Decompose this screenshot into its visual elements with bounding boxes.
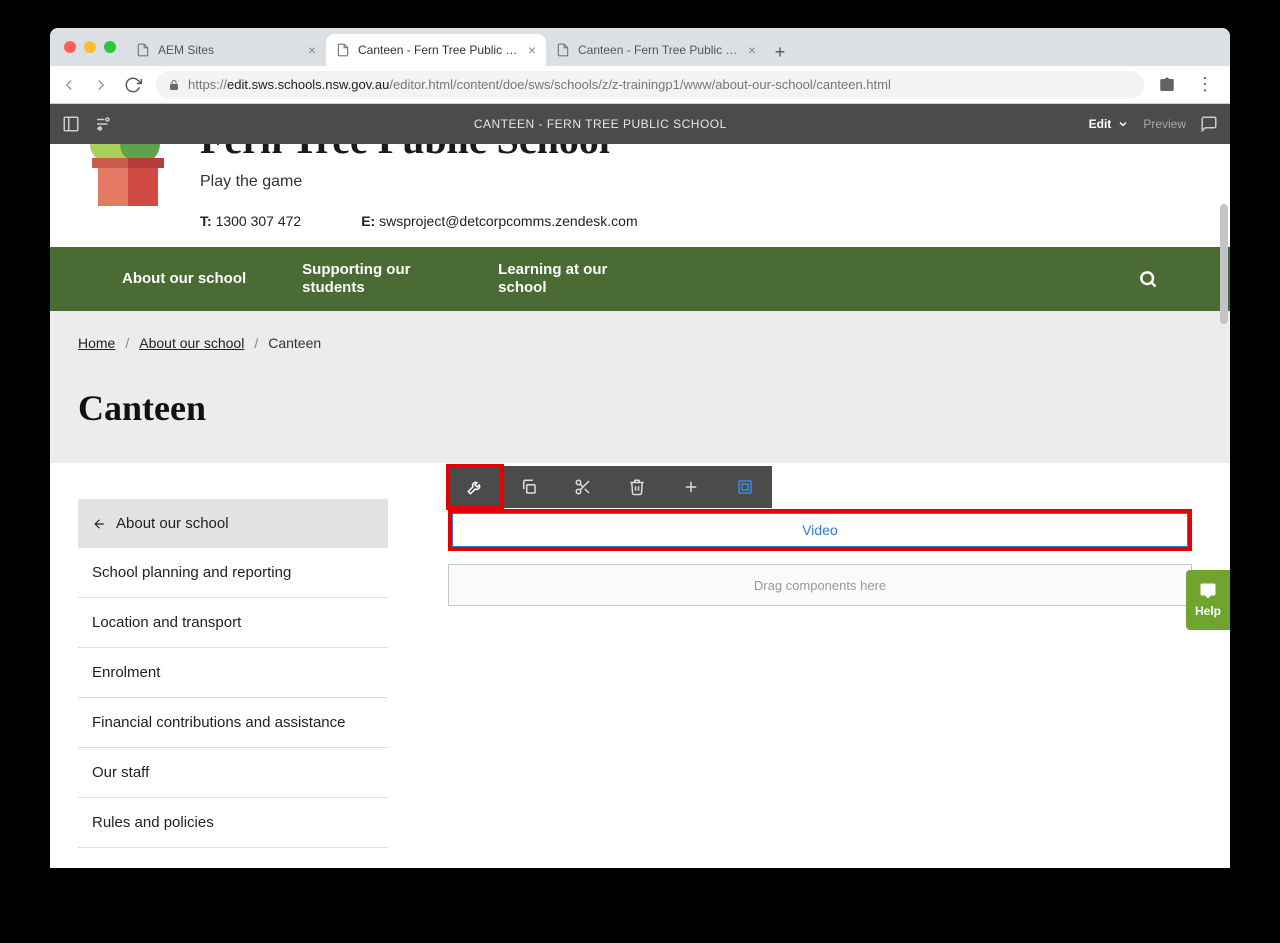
page-title: Canteen [78,387,1202,429]
sidebar-item[interactable]: School planning and reporting [78,548,388,598]
side-panel-icon[interactable] [62,115,80,133]
breadcrumb-parent[interactable]: About our school [139,335,244,351]
url-text: https://edit.sws.schools.nsw.gov.au/edit… [188,77,891,92]
sidebar-item[interactable]: Rules and policies [78,798,388,848]
school-tagline: Play the game [200,173,638,191]
scissors-icon [574,478,592,496]
configure-button[interactable] [448,466,502,508]
scrollbar-thumb[interactable] [1220,204,1228,324]
delete-button[interactable] [610,466,664,508]
new-tab-button[interactable]: + [766,38,794,66]
edit-mode-dropdown[interactable]: Edit [1089,117,1130,131]
tab-title: AEM Sites [158,43,300,57]
wrench-icon [466,478,484,496]
page-icon [556,43,570,57]
help-badge[interactable]: Help [1186,570,1230,630]
page-band: Home / About our school / Canteen Cantee… [50,311,1230,463]
school-header: Fern Tree Public School Play the game T:… [50,144,1230,247]
minimize-window-button[interactable] [84,41,96,53]
breadcrumb: Home / About our school / Canteen [78,335,1202,351]
school-email: E: swsproject@detcorpcomms.zendesk.com [361,213,637,229]
drop-zone[interactable]: Drag components here [448,564,1192,606]
lock-icon [168,79,180,91]
sidebar-item[interactable]: Our staff [78,748,388,798]
parent-button[interactable] [718,466,772,508]
tab-close-icon[interactable]: × [308,42,316,58]
browser-tab[interactable]: Canteen - Fern Tree Public Sch × [326,34,546,66]
preview-button[interactable]: Preview [1143,117,1186,131]
aem-editor-bar: CANTEEN - FERN TREE PUBLIC SCHOOL Edit P… [50,104,1230,144]
annotate-icon[interactable] [1200,115,1218,133]
url-field[interactable]: https://edit.sws.schools.nsw.gov.au/edit… [156,71,1144,99]
maximize-window-button[interactable] [104,41,116,53]
page-info-icon[interactable] [94,115,112,133]
breadcrumb-current: Canteen [268,335,321,351]
reload-button[interactable] [124,76,142,94]
video-component-placeholder[interactable]: Video [448,509,1192,551]
page-icon [136,43,150,57]
aem-page-title: CANTEEN - FERN TREE PUBLIC SCHOOL [126,117,1075,131]
sidebar-item[interactable]: Enrolment [78,648,388,698]
tab-close-icon[interactable]: × [748,42,756,58]
sidebar-back-link[interactable]: About our school [78,499,388,548]
close-window-button[interactable] [64,41,76,53]
content-frame: Fern Tree Public School Play the game T:… [50,144,1230,868]
trash-icon [628,478,646,496]
cut-button[interactable] [556,466,610,508]
arrow-left-icon [92,517,106,531]
page-icon [336,43,350,57]
tab-title: Canteen - Fern Tree Public Sch [578,43,740,57]
school-logo [78,144,178,224]
copy-button[interactable] [502,466,556,508]
window-controls [60,28,126,66]
tab-title: Canteen - Fern Tree Public Sch [358,43,520,57]
search-icon[interactable] [1138,269,1158,289]
browser-menu-button[interactable]: ⋮ [1190,74,1220,95]
address-bar: https://edit.sws.schools.nsw.gov.au/edit… [50,66,1230,104]
nav-item[interactable]: Supporting our students [302,261,442,297]
sidebar-nav: About our school School planning and rep… [78,499,388,848]
back-button[interactable] [60,76,78,94]
insert-button[interactable] [664,466,718,508]
sidebar-item[interactable]: Location and transport [78,598,388,648]
browser-tab[interactable]: AEM Sites × [126,34,326,66]
browser-window: AEM Sites × Canteen - Fern Tree Public S… [50,28,1230,868]
tab-close-icon[interactable]: × [528,42,536,58]
component-toolbar [448,466,772,508]
browser-tab[interactable]: Canteen - Fern Tree Public Sch × [546,34,766,66]
main-column [432,499,1202,848]
school-name: Fern Tree Public School [200,144,638,163]
plus-icon [682,478,700,496]
chat-icon [1198,582,1218,600]
school-phone: T: 1300 307 472 [200,213,301,229]
account-icon[interactable] [1158,76,1176,94]
chevron-down-icon [1117,118,1129,130]
copy-icon [520,478,538,496]
sidebar-item[interactable]: Financial contributions and assistance [78,698,388,748]
forward-button[interactable] [92,76,110,94]
breadcrumb-home[interactable]: Home [78,335,115,351]
nav-item[interactable]: Learning at our school [498,261,638,297]
primary-nav: About our school Supporting our students… [50,247,1230,311]
group-icon [736,478,754,496]
tab-strip: AEM Sites × Canteen - Fern Tree Public S… [50,28,1230,66]
nav-item[interactable]: About our school [122,270,246,288]
